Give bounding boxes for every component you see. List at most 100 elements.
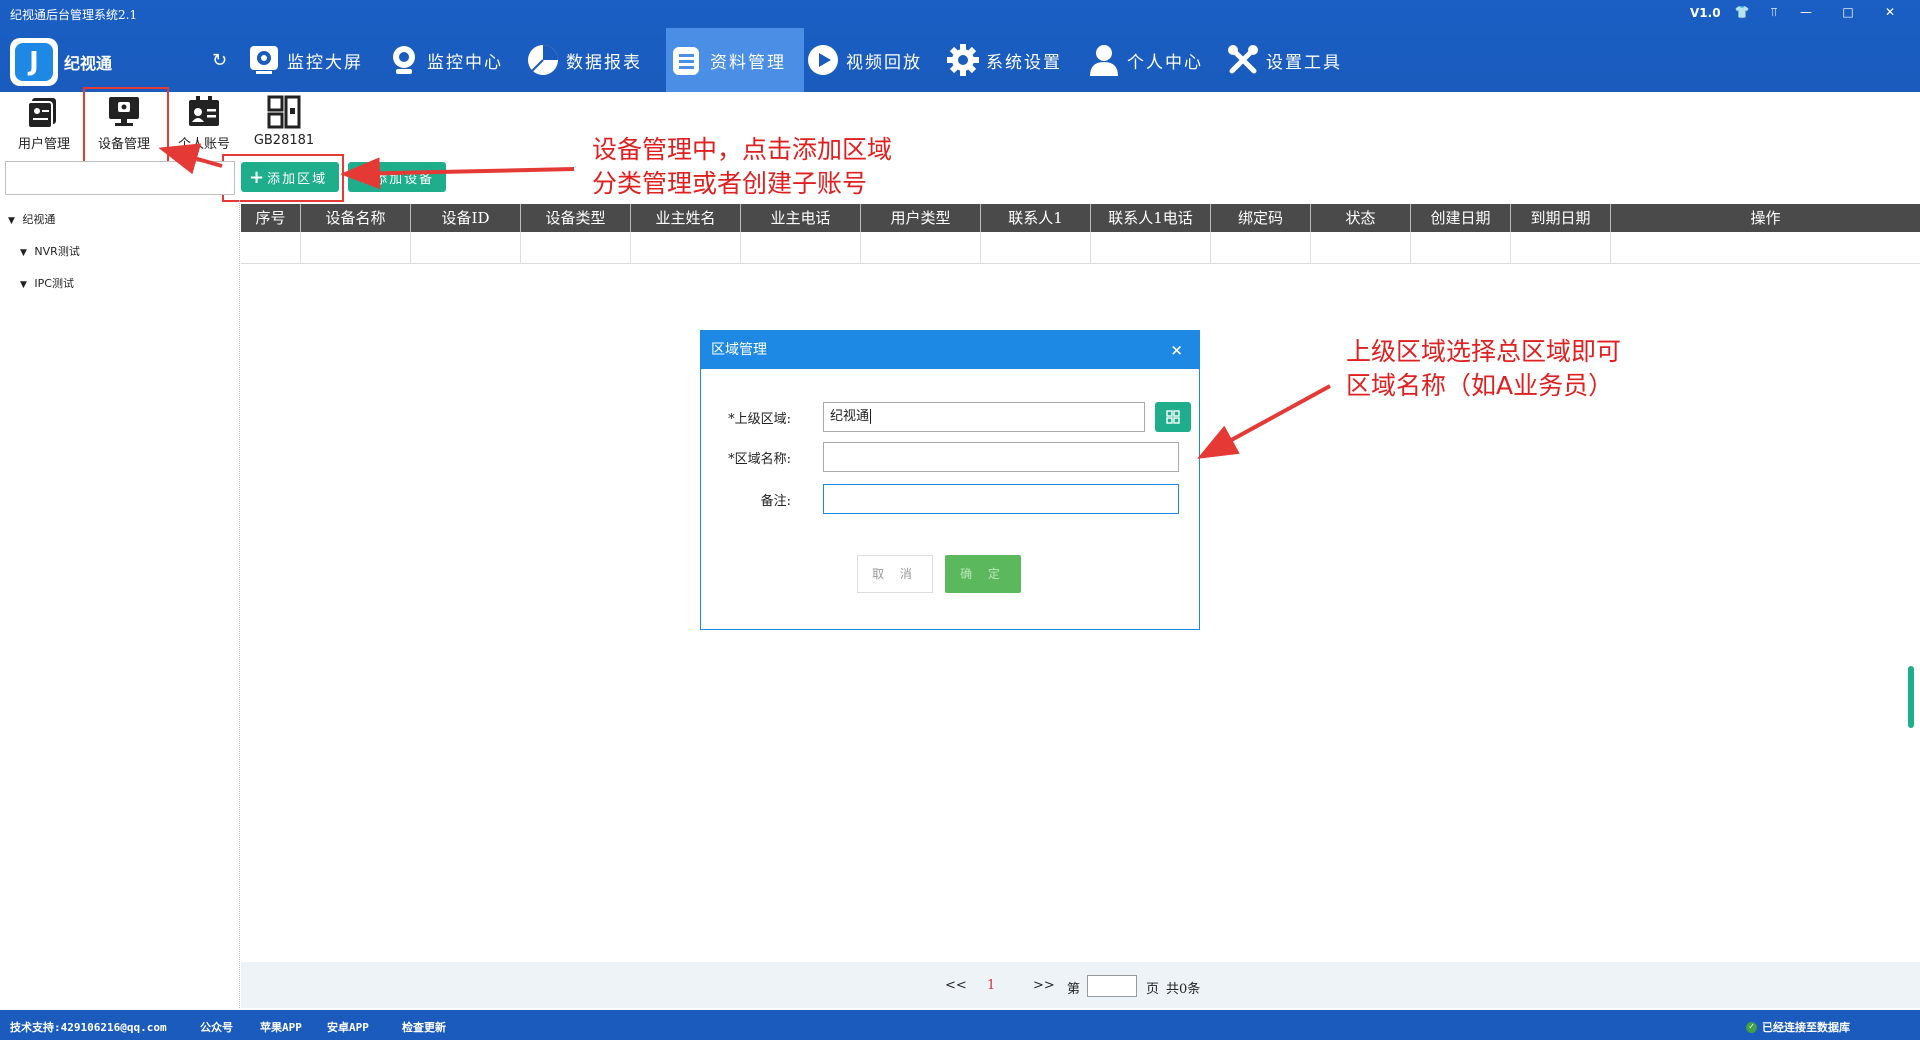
col-header[interactable]: 设备名称 bbox=[301, 204, 411, 232]
add-device-button[interactable]: + 添加设备 bbox=[348, 162, 446, 192]
nav-settings-tools[interactable]: 设置工具 bbox=[1224, 28, 1342, 92]
nav-data-management[interactable]: 资料管理 bbox=[666, 28, 804, 92]
col-header[interactable]: 绑定码 bbox=[1211, 204, 1311, 232]
page-suffix: 页 bbox=[1146, 982, 1160, 997]
col-header[interactable]: 到期日期 bbox=[1511, 204, 1611, 232]
area-tree-panel bbox=[0, 200, 240, 1008]
plus-icon: + bbox=[356, 166, 372, 188]
page-prefix: 第 bbox=[1067, 982, 1081, 997]
highlight-device-management bbox=[83, 87, 169, 165]
db-status-text: 已经连接至数据库 bbox=[1762, 1021, 1850, 1034]
maximize-icon[interactable]: □ bbox=[1834, 2, 1862, 22]
col-header[interactable]: 业主电话 bbox=[741, 204, 861, 232]
apple-app-link[interactable]: 苹果APP bbox=[260, 1019, 302, 1035]
nav-monitor-screen[interactable]: 监控大屏 bbox=[245, 28, 363, 92]
tree-node-label: 纪视通 bbox=[22, 213, 56, 226]
nav-label: 监控大屏 bbox=[287, 52, 363, 73]
area-name-row: *区域名称: bbox=[711, 442, 1181, 472]
tree-search-input[interactable] bbox=[5, 161, 235, 195]
add-area-button[interactable]: + 添加区域 bbox=[241, 162, 339, 192]
gear-icon bbox=[944, 41, 982, 79]
area-name-input[interactable] bbox=[823, 442, 1179, 472]
nav-label: 监控中心 bbox=[427, 52, 503, 73]
col-header[interactable]: 用户类型 bbox=[861, 204, 981, 232]
sub-personal-account[interactable]: 个人账号 bbox=[164, 92, 244, 156]
tree-node-label: IPC测试 bbox=[34, 277, 74, 290]
tree-node-ipc[interactable]: ▼ IPC测试 bbox=[20, 275, 74, 291]
nav-label: 个人中心 bbox=[1127, 52, 1203, 73]
expand-arrow-icon[interactable]: ▼ bbox=[20, 248, 27, 258]
nav-personal-center[interactable]: 个人中心 bbox=[1085, 28, 1203, 92]
brand-name: 纪视通 bbox=[64, 54, 113, 73]
version-label: V1.0 bbox=[1690, 6, 1721, 20]
select-area-button[interactable] bbox=[1155, 402, 1191, 432]
col-header[interactable]: 状态 bbox=[1311, 204, 1411, 232]
support-email[interactable]: 技术支持:429106216@qq.com bbox=[10, 1019, 167, 1035]
user-icon bbox=[1085, 41, 1123, 79]
refresh-icon[interactable]: ↻ bbox=[212, 50, 227, 71]
parent-area-value: 纪视通 bbox=[830, 409, 870, 424]
table-row bbox=[241, 232, 1920, 264]
wechat-link[interactable]: 公众号 bbox=[200, 1019, 233, 1035]
remark-input[interactable] bbox=[823, 484, 1179, 514]
nav-data-report[interactable]: 数据报表 bbox=[524, 28, 642, 92]
col-header[interactable]: 设备类型 bbox=[521, 204, 631, 232]
status-bar: 技术支持:429106216@qq.com 公众号 苹果APP 安卓APP 检查… bbox=[0, 1010, 1920, 1040]
area-name-label: *区域名称: bbox=[728, 452, 791, 467]
check-update-link[interactable]: 检查更新 bbox=[402, 1019, 446, 1035]
page-number-input[interactable] bbox=[1087, 975, 1137, 997]
nav-video-playback[interactable]: 视频回放 bbox=[804, 28, 922, 92]
tree-node-nvr[interactable]: ▼ NVR测试 bbox=[20, 243, 80, 259]
annotation-top-line1: 设备管理中，点击添加区域 bbox=[592, 135, 893, 164]
vertical-scrollbar[interactable] bbox=[1908, 666, 1914, 728]
col-header[interactable]: 业主姓名 bbox=[631, 204, 741, 232]
document-icon bbox=[668, 41, 706, 79]
tools-icon bbox=[1224, 41, 1262, 79]
play-icon bbox=[804, 41, 842, 79]
close-icon[interactable]: × bbox=[1170, 331, 1183, 369]
close-window-icon[interactable]: ✕ bbox=[1876, 2, 1904, 22]
sub-gb28181[interactable]: GB28181 bbox=[244, 92, 324, 156]
id-card-icon bbox=[186, 94, 222, 130]
cancel-button[interactable]: 取 消 bbox=[857, 555, 933, 593]
pagination-bar bbox=[241, 962, 1920, 1008]
nav-monitor-center[interactable]: 监控中心 bbox=[385, 28, 503, 92]
col-header[interactable]: 序号 bbox=[241, 204, 301, 232]
device-table-header: 序号 设备名称 设备ID 设备类型 业主姓名 业主电话 用户类型 联系人1 联系… bbox=[241, 204, 1920, 232]
tree-node-root[interactable]: ▼ 纪视通 bbox=[8, 211, 55, 227]
col-header[interactable]: 创建日期 bbox=[1411, 204, 1511, 232]
android-app-link[interactable]: 安卓APP bbox=[327, 1019, 369, 1035]
sub-user-management[interactable]: 用户管理 bbox=[4, 92, 84, 156]
monitor-screen-icon bbox=[245, 41, 283, 79]
user-list-icon bbox=[26, 94, 62, 130]
next-page-button[interactable]: >> bbox=[1033, 978, 1055, 993]
nav-label: 系统设置 bbox=[986, 52, 1062, 73]
tree-node-label: NVR测试 bbox=[34, 245, 80, 258]
col-header[interactable]: 设备ID bbox=[411, 204, 521, 232]
dialog-header: 区域管理 × bbox=[701, 331, 1199, 369]
expand-arrow-icon[interactable]: ▼ bbox=[8, 216, 15, 226]
sub-label: GB28181 bbox=[253, 133, 315, 148]
col-header[interactable]: 联系人1 bbox=[981, 204, 1091, 232]
parent-area-row: *上级区域: 纪视通 bbox=[711, 402, 1191, 432]
nav-label: 设置工具 bbox=[1266, 52, 1342, 73]
window-title: 纪视通后台管理系统2.1 bbox=[10, 8, 138, 22]
parent-area-label: *上级区域: bbox=[728, 412, 791, 427]
remark-row: 备注: bbox=[711, 484, 1181, 514]
skin-icon[interactable]: 👕 bbox=[1728, 2, 1756, 22]
nav-system-settings[interactable]: 系统设置 bbox=[944, 28, 1062, 92]
camera-icon bbox=[385, 41, 423, 79]
pie-chart-icon bbox=[524, 41, 562, 79]
prev-page-button[interactable]: << bbox=[945, 978, 967, 993]
parent-area-field[interactable]: 纪视通 bbox=[823, 402, 1145, 432]
sub-label: 个人账号 bbox=[177, 137, 230, 152]
col-header[interactable]: 操作 bbox=[1611, 204, 1920, 232]
nav-label: 资料管理 bbox=[710, 52, 786, 73]
confirm-button[interactable]: 确 定 bbox=[945, 555, 1021, 593]
nav-label: 数据报表 bbox=[566, 52, 642, 73]
minimize-icon[interactable]: — bbox=[1792, 2, 1820, 22]
current-page[interactable]: 1 bbox=[987, 978, 995, 993]
expand-arrow-icon[interactable]: ▼ bbox=[20, 280, 27, 290]
col-header[interactable]: 联系人1电话 bbox=[1091, 204, 1211, 232]
menu-dropdown-icon[interactable]: ⫪ bbox=[1760, 2, 1788, 22]
